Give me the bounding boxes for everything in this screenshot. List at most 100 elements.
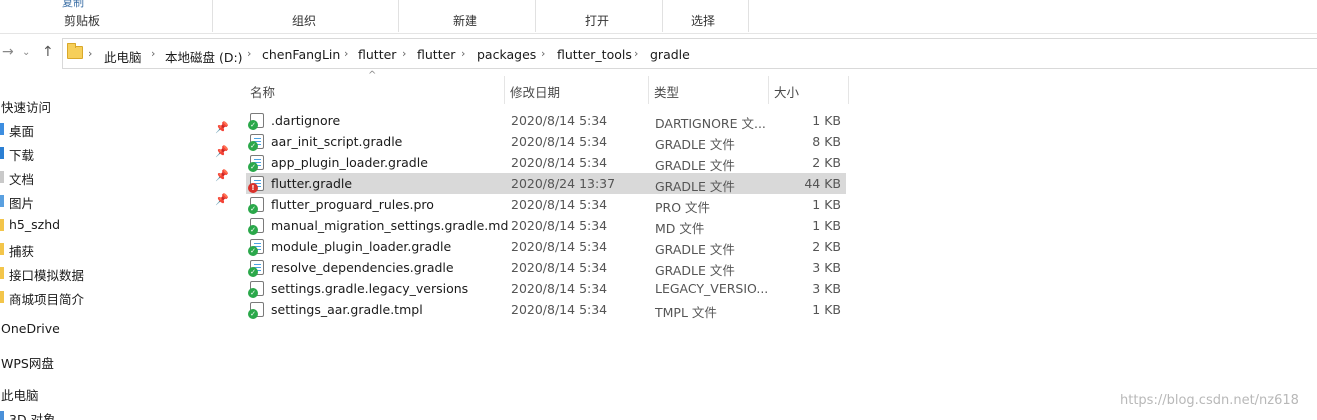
- file-icon: ✓: [248, 197, 264, 214]
- breadcrumb-item[interactable]: 本地磁盘 (D:): [165, 47, 243, 66]
- file-type: PRO 文件: [655, 200, 711, 215]
- download-icon: [0, 147, 4, 159]
- desktop-icon: [0, 123, 4, 135]
- ribbon-divider: [535, 0, 536, 32]
- sidebar-item-desktop[interactable]: 桌面 📌: [0, 118, 232, 140]
- gradle-file-icon: ✓: [248, 239, 264, 256]
- breadcrumb-item[interactable]: flutter: [417, 47, 455, 62]
- sidebar-item-label: 桌面: [9, 124, 35, 139]
- column-header-date[interactable]: 修改日期: [505, 76, 649, 104]
- sidebar-item-label: 商城项目简介: [9, 292, 85, 307]
- file-name: settings.gradle.legacy_versions: [271, 281, 469, 296]
- sidebar-item-downloads[interactable]: 下载 📌: [0, 142, 232, 164]
- breadcrumb-item-current[interactable]: gradle: [650, 47, 690, 62]
- pin-icon[interactable]: 📌: [215, 193, 229, 206]
- sidebar-item-mall-project[interactable]: 商城项目简介: [0, 286, 232, 308]
- ribbon-copy-partial[interactable]: 复制: [62, 0, 84, 10]
- sync-ok-icon: ✓: [248, 246, 258, 256]
- ribbon-group-open: 打开: [585, 14, 610, 28]
- sidebar-item-capture[interactable]: 捕获: [0, 238, 232, 260]
- file-row[interactable]: ✓ manual_migration_settings.gradle.md 20…: [246, 215, 846, 236]
- up-arrow-icon[interactable]: ↑: [42, 44, 54, 60]
- pin-icon[interactable]: 📌: [215, 169, 229, 182]
- file-name: aar_init_script.gradle: [271, 134, 403, 149]
- sidebar-item-label: 快速访问: [1, 100, 52, 115]
- sidebar-item-pictures[interactable]: 图片 📌: [0, 190, 232, 212]
- address-bar[interactable]: › 此电脑 › 本地磁盘 (D:) › chenFangLin › flutte…: [62, 38, 1317, 69]
- gradle-file-icon: ✓: [248, 155, 264, 172]
- sidebar-item-onedrive[interactable]: OneDrive: [0, 318, 232, 340]
- file-size: 2 KB: [812, 239, 841, 254]
- sidebar-item-label: OneDrive: [1, 321, 60, 336]
- file-row[interactable]: ✓ flutter_proguard_rules.pro 2020/8/14 5…: [246, 194, 846, 215]
- breadcrumb-item[interactable]: flutter_tools: [557, 47, 632, 62]
- ribbon-group-new: 新建: [453, 14, 478, 28]
- file-size: 3 KB: [812, 281, 841, 296]
- column-header-name[interactable]: 名称: [245, 76, 505, 104]
- file-date: 2020/8/14 5:34: [511, 260, 608, 275]
- pin-icon[interactable]: 📌: [215, 121, 229, 134]
- sidebar-item-this-pc[interactable]: 此电脑: [0, 382, 232, 404]
- file-date: 2020/8/14 5:34: [511, 134, 608, 149]
- file-row[interactable]: ✓ module_plugin_loader.gradle 2020/8/14 …: [246, 236, 846, 257]
- file-type: GRADLE 文件: [655, 137, 735, 152]
- file-name: settings_aar.gradle.tmpl: [271, 302, 423, 317]
- ribbon: 复制 剪贴板 组织 新建 打开 选择: [0, 0, 1317, 34]
- cube-icon: [0, 411, 4, 420]
- breadcrumb-separator-chevron-icon[interactable]: ›: [151, 47, 155, 60]
- breadcrumb-item[interactable]: chenFangLin: [262, 47, 340, 62]
- breadcrumb-separator-chevron-icon[interactable]: ›: [344, 47, 348, 60]
- breadcrumb-separator-chevron-icon[interactable]: ›: [634, 47, 638, 60]
- sync-ok-icon: ✓: [248, 162, 258, 172]
- file-size: 44 KB: [804, 176, 841, 191]
- sidebar-item-wps-cloud[interactable]: WPS网盘: [0, 350, 232, 372]
- file-row[interactable]: ✓ settings.gradle.legacy_versions 2020/8…: [246, 278, 846, 299]
- ribbon-divider: [398, 0, 399, 32]
- pin-icon[interactable]: 📌: [215, 145, 229, 158]
- gradle-file-icon: ✓: [248, 260, 264, 277]
- sync-error-icon: !: [248, 183, 258, 193]
- sidebar-item-label: h5_szhd: [9, 217, 61, 232]
- file-row[interactable]: ✓ .dartignore 2020/8/14 5:34 DARTIGNORE …: [246, 110, 846, 131]
- breadcrumb-separator-chevron-icon[interactable]: ›: [402, 47, 406, 60]
- sidebar-item-label: 接口模拟数据: [9, 268, 85, 283]
- ribbon-divider: [662, 0, 663, 32]
- column-header-type[interactable]: 类型: [649, 76, 769, 104]
- file-type: GRADLE 文件: [655, 179, 735, 194]
- sidebar-quick-access[interactable]: 快速访问: [0, 94, 232, 116]
- file-type: GRADLE 文件: [655, 263, 735, 278]
- picture-icon: [0, 195, 4, 207]
- file-row[interactable]: ✓ resolve_dependencies.gradle 2020/8/14 …: [246, 257, 846, 278]
- breadcrumb-item[interactable]: 此电脑: [104, 47, 142, 66]
- recent-locations-chevron-down-icon[interactable]: ⌄: [22, 47, 30, 58]
- breadcrumb-separator-chevron-icon[interactable]: ›: [541, 47, 545, 60]
- sidebar-item-documents[interactable]: 文档 📌: [0, 166, 232, 188]
- breadcrumb-separator-chevron-icon[interactable]: ›: [461, 47, 465, 60]
- sidebar-item-h5-szhd[interactable]: h5_szhd: [0, 214, 232, 236]
- sidebar-item-mock-data[interactable]: 接口模拟数据: [0, 262, 232, 284]
- file-row-selected[interactable]: ! flutter.gradle 2020/8/24 13:37 GRADLE …: [246, 173, 846, 194]
- file-row[interactable]: ✓ aar_init_script.gradle 2020/8/14 5:34 …: [246, 131, 846, 152]
- breadcrumb-item[interactable]: packages: [477, 47, 536, 62]
- breadcrumb-item[interactable]: flutter: [358, 47, 396, 62]
- file-row[interactable]: ✓ settings_aar.gradle.tmpl 2020/8/14 5:3…: [246, 299, 846, 320]
- sidebar-item-label: 捕获: [9, 244, 35, 259]
- sidebar-item-3d-objects[interactable]: 3D 对象: [0, 406, 232, 420]
- file-date: 2020/8/14 5:34: [511, 113, 608, 128]
- file-date: 2020/8/24 13:37: [511, 176, 616, 191]
- column-header-label: 修改日期: [510, 85, 561, 100]
- column-header-label: 类型: [654, 85, 680, 100]
- folder-icon: [67, 43, 83, 59]
- document-icon: [0, 171, 4, 183]
- file-size: 1 KB: [812, 113, 841, 128]
- file-icon: ✓: [248, 302, 264, 319]
- breadcrumb-separator-chevron-icon[interactable]: ›: [247, 47, 251, 60]
- back-arrow-icon[interactable]: →: [2, 44, 14, 60]
- gradle-file-icon: ✓: [248, 134, 264, 151]
- sync-ok-icon: ✓: [248, 288, 258, 298]
- breadcrumb-separator-chevron-icon[interactable]: ›: [88, 47, 92, 60]
- column-header-size[interactable]: 大小: [769, 76, 849, 104]
- file-row[interactable]: ✓ app_plugin_loader.gradle 2020/8/14 5:3…: [246, 152, 846, 173]
- column-divider[interactable]: [848, 76, 849, 104]
- sync-ok-icon: ✓: [248, 120, 258, 130]
